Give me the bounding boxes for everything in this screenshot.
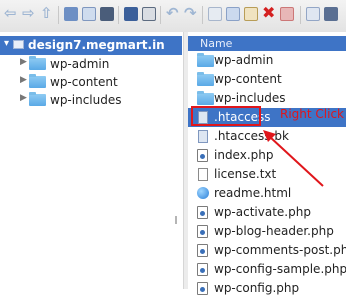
arrow-shaft: [269, 136, 324, 187]
annotation-arrow: [263, 130, 324, 187]
